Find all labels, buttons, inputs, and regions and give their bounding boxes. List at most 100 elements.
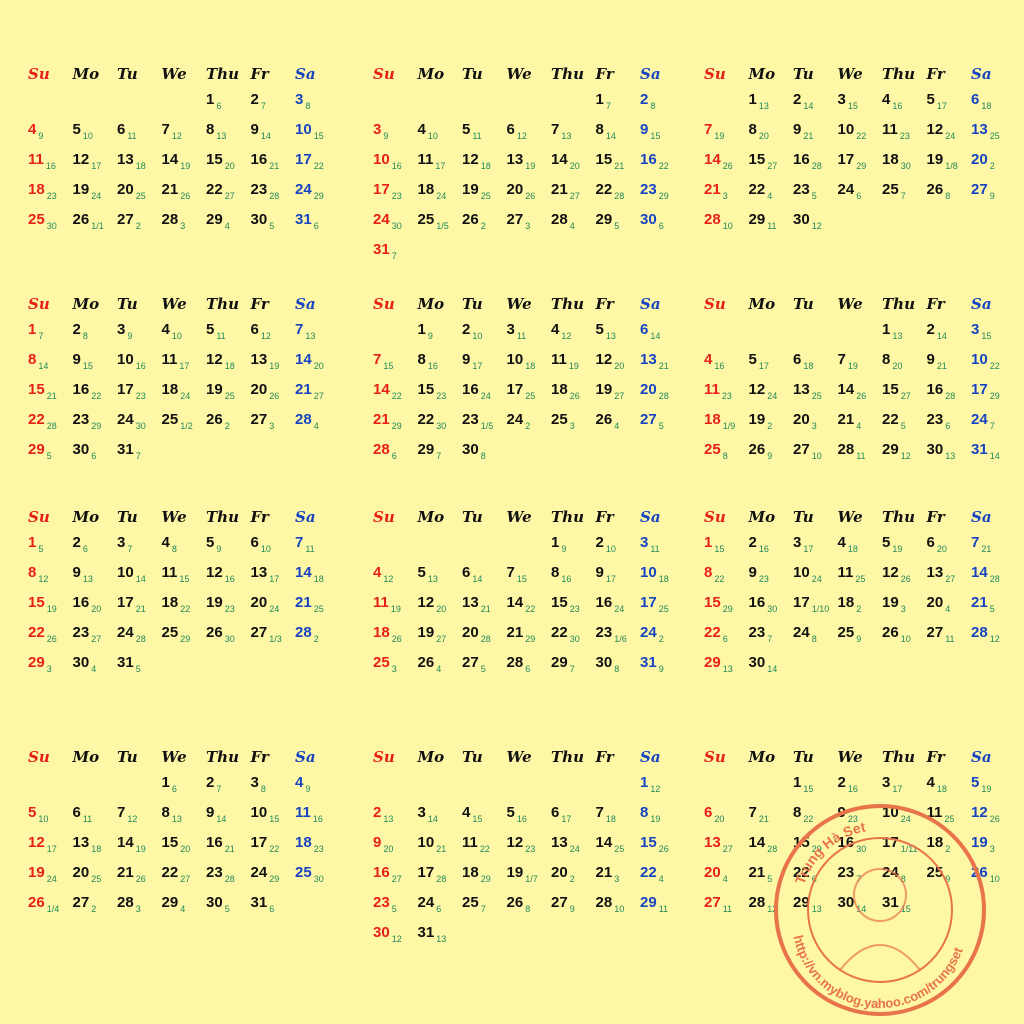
day-cell: 27 2	[117, 209, 163, 237]
lunar-date: 12	[561, 331, 572, 341]
day-cell: 20 28	[462, 622, 508, 650]
weekday-label: We	[837, 748, 863, 766]
lunar-date: 10	[811, 451, 822, 461]
weekday-label: Fr	[595, 748, 614, 766]
day-number: 27	[72, 894, 90, 911]
day-cell: 28 3	[162, 209, 208, 237]
lunar-date: 2	[224, 421, 230, 431]
lunar-date: 28	[46, 421, 57, 431]
day-number: 2	[926, 321, 935, 338]
day-number: 12	[72, 151, 90, 168]
day-cell: 6 20	[927, 532, 973, 560]
lunar-date: 5	[38, 544, 44, 554]
lunar-date: 9	[216, 544, 222, 554]
lunar-date: 28	[811, 161, 822, 171]
lunar-date: 8	[614, 664, 620, 674]
day-cell: 22 30	[418, 409, 464, 437]
day-number: 31	[373, 241, 390, 258]
day-cell: 25 30	[28, 209, 74, 237]
day-number: 24	[971, 411, 988, 428]
day-cell: 22 26	[28, 622, 74, 650]
day-number: 21	[295, 594, 312, 611]
day-cell: 12 24	[749, 379, 795, 407]
day-cell: 24 29	[295, 179, 341, 207]
lunar-date: 3	[722, 191, 728, 201]
day-number: 29	[161, 894, 179, 911]
lunar-date: 20	[180, 844, 191, 854]
day-number: 30	[72, 441, 90, 458]
day-number: 31	[117, 654, 134, 671]
day-number: 23	[793, 181, 810, 198]
day-number: 8	[748, 121, 757, 138]
day-number: 23	[250, 181, 268, 198]
day-cell: 22 5	[882, 409, 928, 437]
day-cell: 11 19	[551, 349, 597, 377]
day-cell: 25 3	[373, 652, 419, 680]
lunar-date: 17	[605, 574, 616, 584]
day-cell: 29 7	[551, 652, 597, 680]
lunar-date: 18	[936, 784, 947, 794]
lunar-date: 5	[269, 221, 275, 231]
day-cell: 20 25	[117, 179, 163, 207]
lunar-date: 13	[605, 331, 616, 341]
lunar-date: 25	[480, 191, 491, 201]
day-cell: 8 16	[551, 562, 597, 590]
lunar-date: 14	[650, 331, 661, 341]
day-number: 25	[28, 211, 45, 228]
day-cell: 16 24	[462, 379, 508, 407]
day-number: 14	[161, 151, 179, 168]
lunar-date: 17	[758, 361, 769, 371]
day-cell: 30 12	[793, 209, 839, 237]
lunar-date: 9	[989, 191, 995, 201]
day-cell: 12 18	[206, 349, 252, 377]
lunar-date: 20	[569, 161, 580, 171]
day-cell: 6 14	[462, 562, 508, 590]
day-number: 28	[373, 441, 390, 458]
lunar-date: 24	[614, 604, 625, 614]
day-cell: 22 4	[640, 862, 686, 890]
lunar-date: 17	[179, 361, 190, 371]
day-cell: 22 27	[162, 862, 208, 890]
lunar-date: 22	[714, 574, 725, 584]
lunar-date: 17	[269, 574, 280, 584]
day-cell: 29 11	[640, 892, 686, 920]
weekday-label: Su	[28, 748, 50, 766]
day-cell: 12 16	[206, 562, 252, 590]
day-cell: 17 28	[418, 862, 464, 890]
day-number: 20	[551, 864, 568, 881]
day-cell: 21 29	[507, 622, 553, 650]
lunar-date: 25	[135, 191, 146, 201]
day-number: 5	[595, 321, 604, 338]
day-number: 12	[206, 351, 223, 368]
lunar-date: 21	[46, 391, 57, 401]
lunar-date: 3	[614, 874, 620, 884]
day-number: 12	[206, 564, 223, 581]
day-number: 29	[206, 211, 223, 228]
day-number: 25	[295, 864, 312, 881]
day-cell: 7 21	[971, 532, 1017, 560]
day-number: 19	[748, 411, 766, 428]
day-number: 29	[595, 211, 613, 228]
day-cell: 17 23	[117, 379, 163, 407]
day-cell: 29 4	[206, 209, 252, 237]
day-number: 24	[506, 411, 524, 428]
lunar-date: 11	[767, 221, 777, 231]
day-cell: 12 23	[507, 832, 553, 860]
lunar-date: 21	[936, 361, 947, 371]
lunar-date: 10	[82, 131, 93, 141]
day-number: 15	[640, 834, 657, 851]
day-cell: 30 8	[462, 439, 508, 467]
day-cell: 214	[927, 319, 973, 347]
weekday-label: Fr	[595, 508, 614, 526]
day-number: 25	[161, 624, 179, 641]
weekday-label: Thu	[551, 65, 584, 83]
day-number: 14	[837, 381, 855, 398]
lunar-date: 23	[721, 391, 732, 401]
day-cell: 13 18	[73, 832, 119, 860]
day-cell: 30 6	[640, 209, 686, 237]
weekday-label: Tu	[462, 508, 483, 526]
day-number: 21	[837, 411, 855, 428]
day-cell: 1 13	[749, 89, 795, 117]
lunar-date: 19	[892, 544, 903, 554]
day-number: 27	[793, 441, 810, 458]
